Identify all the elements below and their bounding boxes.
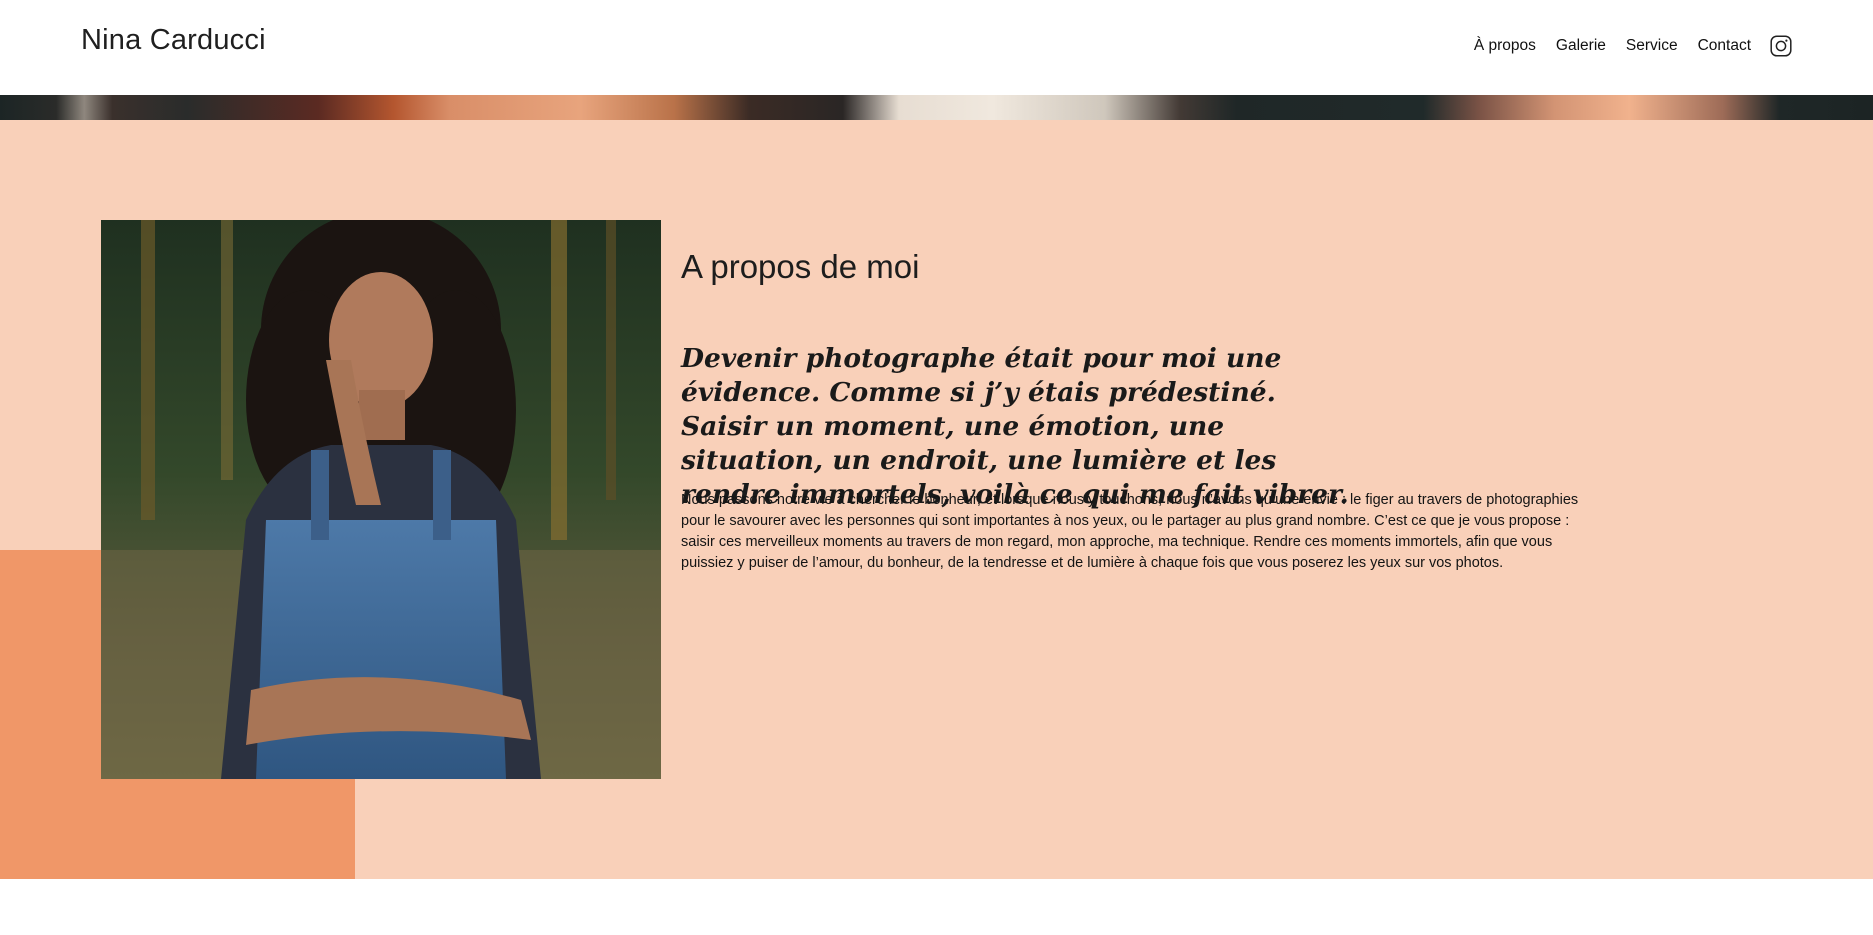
about-quote: Devenir photographe était pour moi une é…	[681, 343, 1349, 510]
instagram-icon-graphic	[1770, 35, 1792, 57]
page: Nina Carducci À propos Galerie Service C…	[0, 0, 1873, 935]
about-title: A propos de moi	[681, 248, 920, 285]
hero-image-strip	[0, 95, 1873, 120]
portrait-illustration	[101, 220, 661, 779]
about-description: Nous passons notre vie à chercher le bon…	[681, 492, 1579, 571]
nav-link-gallery[interactable]: Galerie	[1556, 33, 1606, 59]
instagram-icon[interactable]	[1770, 35, 1792, 57]
site-logo[interactable]: Nina Carducci	[81, 24, 266, 57]
nav-link-about[interactable]: À propos	[1474, 33, 1536, 59]
portrait-photo	[101, 220, 661, 779]
nav-link-service[interactable]: Service	[1626, 33, 1678, 59]
nav-link-contact[interactable]: Contact	[1698, 33, 1751, 59]
site-header: Nina Carducci À propos Galerie Service C…	[0, 0, 1873, 95]
main-nav: À propos Galerie Service Contact	[1454, 33, 1792, 59]
